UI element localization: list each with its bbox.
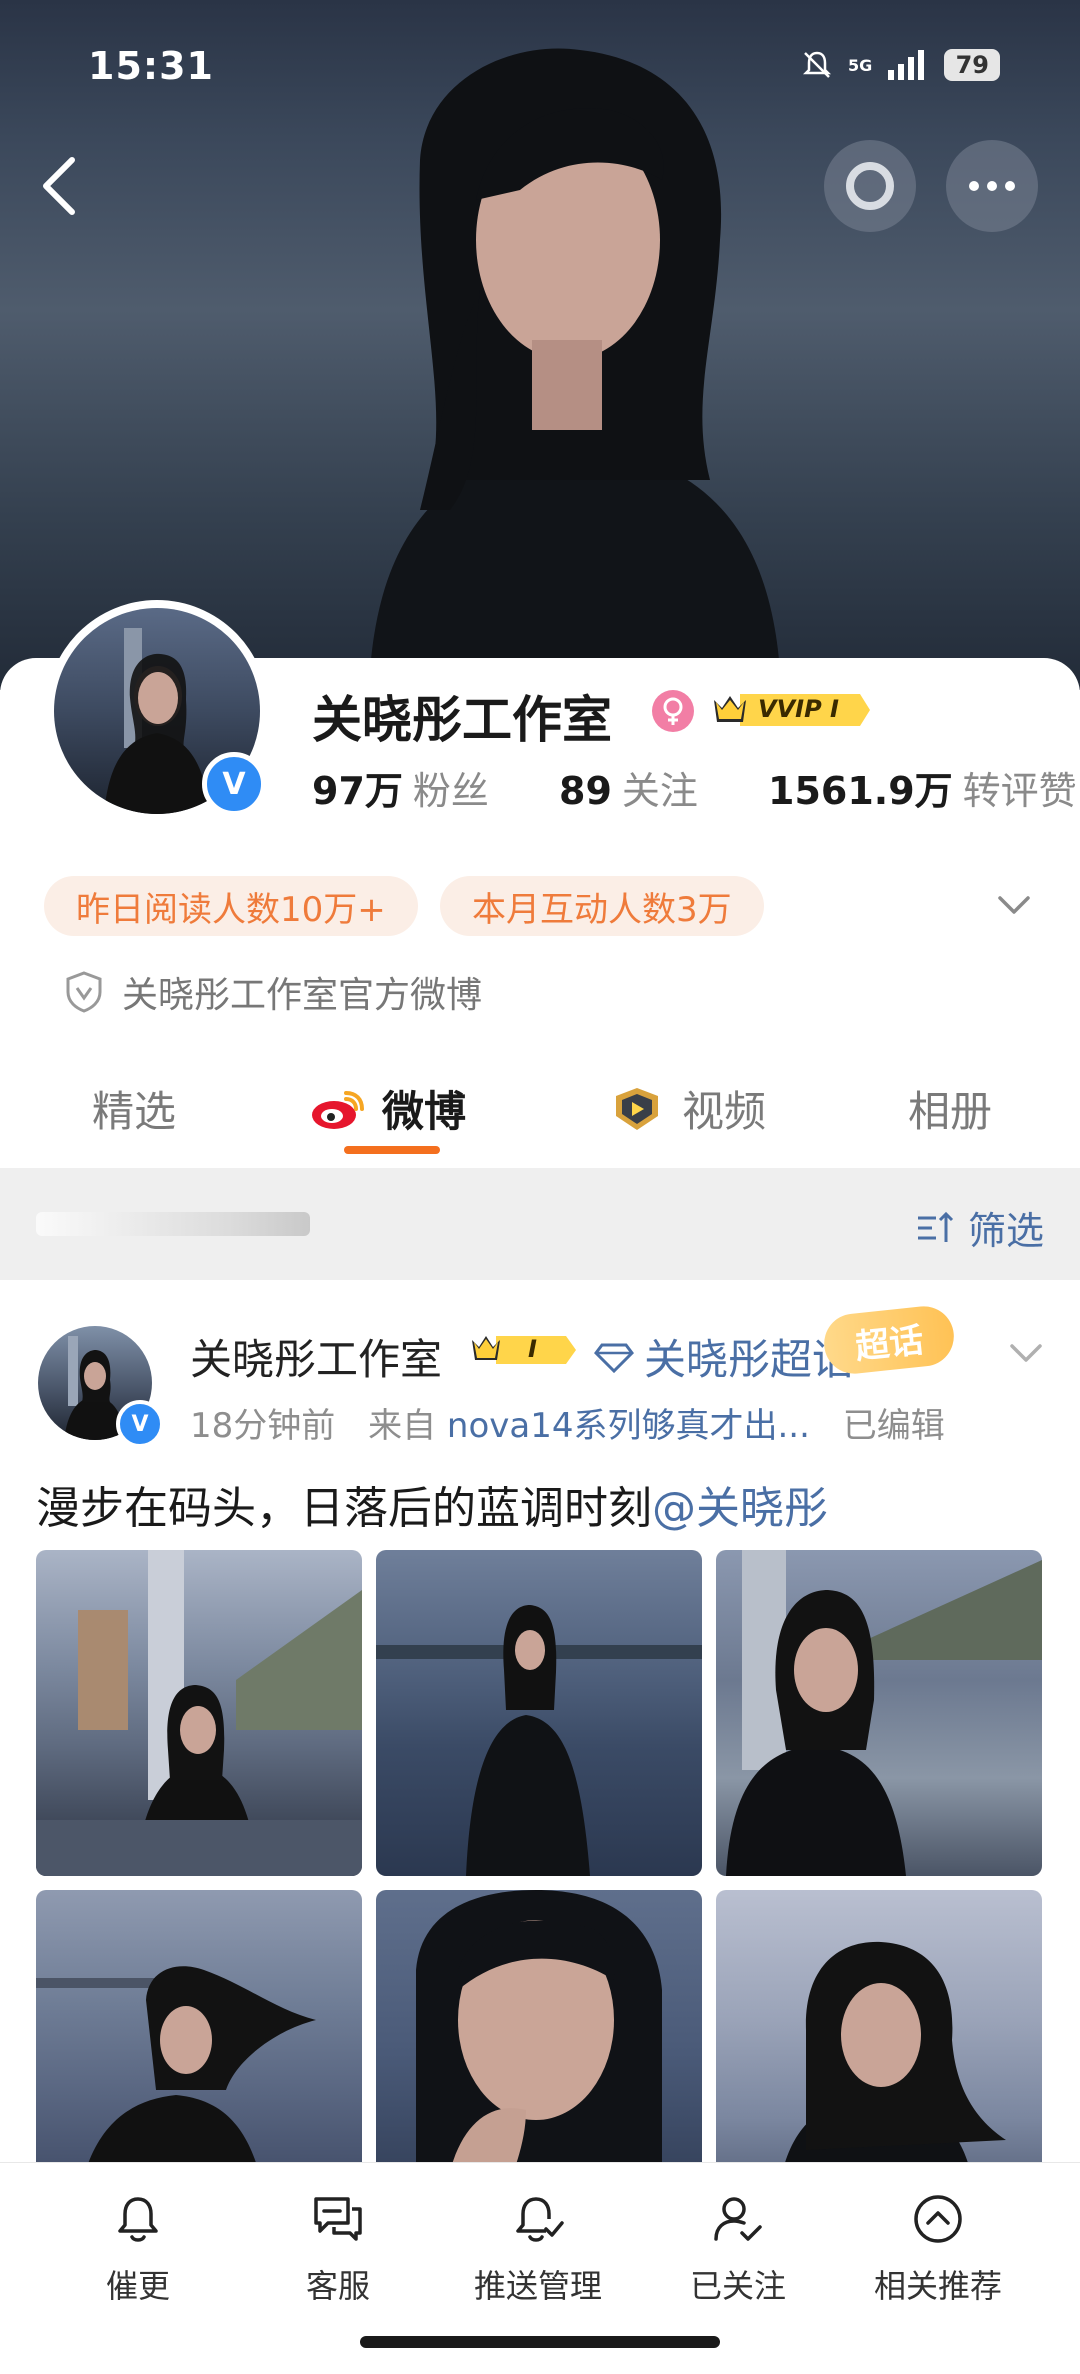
- blurred-placeholder: [36, 1212, 310, 1236]
- bell-icon: [118, 2197, 158, 2242]
- post-photo[interactable]: [36, 1550, 362, 1876]
- post-photo[interactable]: [716, 1550, 1042, 1876]
- diamond-icon: [594, 1343, 634, 1373]
- reads-pill[interactable]: 昨日阅读人数10万+: [44, 876, 418, 936]
- loading-ring-button[interactable]: [824, 140, 916, 232]
- verified-badge: V: [202, 752, 266, 816]
- stat-value: 89: [559, 769, 612, 813]
- bell-check-icon: [516, 2197, 564, 2242]
- status-icons: 5G 79: [800, 48, 1001, 82]
- mention-link[interactable]: @关晓彤: [652, 1483, 828, 1534]
- tab-album[interactable]: 相册: [908, 1078, 992, 1139]
- status-bar: 15:31 5G 79: [0, 0, 1080, 140]
- tab-video[interactable]: 视频: [608, 1078, 766, 1139]
- super-topic-tag[interactable]: 超话: [821, 1303, 957, 1377]
- bottom-item-remind[interactable]: 催更: [38, 2191, 238, 2307]
- post-device[interactable]: nova14系列够真才出...: [447, 1406, 810, 1446]
- bottom-item-following[interactable]: 已关注: [638, 2191, 838, 2307]
- bottom-item-label: 催更: [105, 2267, 170, 2305]
- post-verified-badge: V: [116, 1400, 164, 1448]
- tab-label: 精选: [92, 1087, 177, 1136]
- post-source-prefix: 来自: [368, 1406, 437, 1446]
- mute-bell-icon: [802, 51, 832, 78]
- photo-content: [36, 1550, 362, 1876]
- battery-indicator: 79: [944, 49, 1001, 81]
- super-topic-label: 关晓彤超话: [644, 1335, 855, 1384]
- active-tab-indicator: [344, 1146, 440, 1154]
- ring-icon: [846, 162, 894, 210]
- weibo-icon: [312, 1090, 364, 1129]
- stat-label: 转评赞: [962, 769, 1077, 813]
- member-rank-badge[interactable]: I: [470, 1330, 580, 1374]
- shield-icon: [66, 971, 102, 1013]
- user-check-icon: [714, 2197, 762, 2241]
- bottom-item-label: 相关推荐: [873, 2267, 1002, 2305]
- crown-icon: [472, 1336, 576, 1364]
- status-time: 15:31: [88, 44, 214, 88]
- post-photo[interactable]: [376, 1550, 702, 1876]
- bottom-item-label: 客服: [305, 2267, 370, 2305]
- more-icon: [969, 181, 1015, 191]
- stat-followers[interactable]: 97万 粉丝: [312, 769, 501, 813]
- filter-button[interactable]: 筛选: [916, 1200, 1044, 1255]
- bottom-item-label: 已关注: [689, 2267, 786, 2305]
- tab-featured[interactable]: 精选: [92, 1078, 176, 1139]
- bottom-item-push-settings[interactable]: 推送管理: [438, 2191, 638, 2307]
- signal-icon: [888, 50, 925, 80]
- post-menu-chevron-icon[interactable]: [1006, 1338, 1046, 1368]
- stat-value: 97万: [312, 769, 403, 813]
- tab-weibo[interactable]: 微博: [310, 1078, 466, 1139]
- photo-content: [726, 1550, 1042, 1876]
- stat-following[interactable]: 89 关注: [559, 769, 710, 813]
- chevron-down-icon[interactable]: [994, 890, 1034, 920]
- profile-name: 关晓彤工作室: [312, 691, 612, 749]
- network-label: 5G: [848, 55, 873, 75]
- stat-label: 粉丝: [412, 769, 489, 813]
- tab-label: 视频: [682, 1087, 767, 1136]
- vvip-label: VVIP I: [758, 695, 839, 723]
- post-edited: 已编辑: [842, 1406, 945, 1446]
- back-icon[interactable]: [30, 150, 90, 220]
- bottom-item-recommend[interactable]: 相关推荐: [838, 2191, 1038, 2307]
- post-time: 18分钟前: [190, 1406, 336, 1446]
- post-author[interactable]: 关晓彤工作室: [190, 1326, 442, 1387]
- stat-value: 1561.9万: [768, 769, 953, 813]
- chevron-up-circle-icon: [914, 2195, 962, 2243]
- bottom-item-service[interactable]: 客服: [238, 2191, 438, 2307]
- tab-label: 微博: [382, 1087, 467, 1136]
- super-topic-link[interactable]: 关晓彤超话: [594, 1326, 854, 1387]
- interaction-pill[interactable]: 本月互动人数3万: [440, 876, 764, 936]
- sort-icon: [918, 1211, 954, 1242]
- vvip-badge[interactable]: VVIP I: [710, 688, 870, 732]
- chat-icon: [314, 2197, 362, 2241]
- home-indicator[interactable]: [360, 2336, 720, 2348]
- tab-label: 相册: [908, 1087, 993, 1136]
- official-text: 关晓彤工作室官方微博: [122, 975, 483, 1016]
- photo-content: [376, 1605, 702, 1876]
- stat-likes[interactable]: 1561.9万 转评赞: [768, 769, 1077, 813]
- female-icon: [652, 690, 694, 732]
- stat-label: 关注: [621, 769, 698, 813]
- profile-stats: 97万 粉丝 89 关注 1561.9万 转评赞: [312, 760, 1077, 815]
- official-description: 关晓彤工作室官方微博: [64, 966, 482, 1018]
- post-text: 漫步在码头，日落后的蓝调时刻@关晓彤: [36, 1472, 828, 1536]
- post-meta: 18分钟前 来自 nova14系列够真才出... 已编辑: [190, 1398, 945, 1447]
- profile-tabs: 精选 微博 视频 相册: [0, 1040, 1080, 1160]
- rank-label: I: [528, 1335, 537, 1363]
- filter-label: 筛选: [968, 1209, 1045, 1253]
- more-button[interactable]: [946, 140, 1038, 232]
- video-icon: [616, 1087, 658, 1130]
- post-body: 漫步在码头，日落后的蓝调时刻: [36, 1483, 652, 1534]
- bottom-item-label: 推送管理: [473, 2267, 602, 2305]
